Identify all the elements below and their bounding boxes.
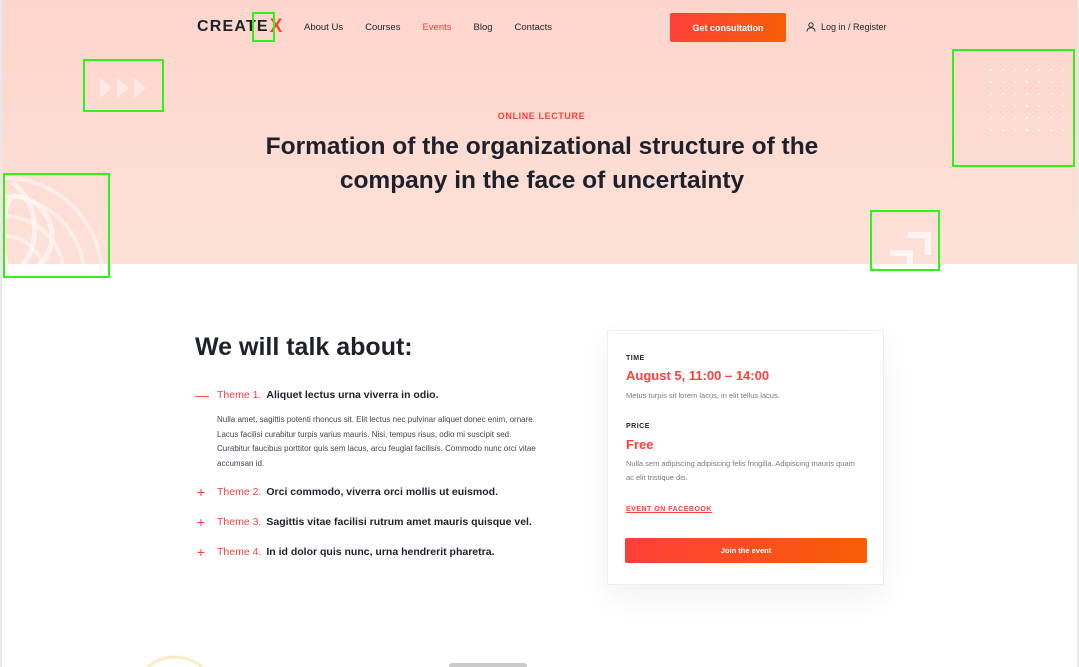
event-info-card: TIME August 5, 11:00 – 14:00 Metus turpi… xyxy=(607,330,884,585)
price-label: PRICE xyxy=(626,423,650,430)
theme-item-1[interactable]: — Theme 1. Aliquet lectus urna viverra i… xyxy=(195,388,439,402)
scroll-indicator[interactable] xyxy=(449,663,527,667)
page-title: Formation of the organizational structur… xyxy=(265,133,819,194)
price-value: Free xyxy=(626,437,654,452)
highlight-box-dots xyxy=(952,49,1075,167)
theme-item-4[interactable]: + Theme 4. In id dolor quis nunc, urna h… xyxy=(195,545,495,559)
highlight-box-triangles xyxy=(83,59,164,112)
theme-number: Theme 1. xyxy=(217,389,262,401)
theme-title: Sagittis vitae facilisi rutrum amet maur… xyxy=(266,516,532,528)
highlight-box-logo xyxy=(252,12,275,42)
theme-number: Theme 3. xyxy=(217,516,262,528)
theme-body: Nulla amet, sagittis potenti rhoncus sit… xyxy=(217,415,536,468)
minus-icon[interactable]: — xyxy=(195,388,209,402)
highlight-box-corner xyxy=(870,210,940,271)
theme-item-3[interactable]: + Theme 3. Sagittis vitae facilisi rutru… xyxy=(195,515,532,529)
user-icon xyxy=(806,22,816,32)
nav-courses[interactable]: Courses xyxy=(365,22,400,33)
price-description: Nulla sem adipiscing adipiscing felis fr… xyxy=(626,459,855,482)
bottom-arc-decoration xyxy=(145,655,205,667)
main-nav: About Us Courses Events Blog Contacts xyxy=(304,22,574,33)
get-consultation-button[interactable]: Get consultation xyxy=(670,13,786,42)
join-event-button[interactable]: Join the event xyxy=(625,538,867,563)
theme-number: Theme 4. xyxy=(217,546,262,558)
facebook-event-link[interactable]: EVENT ON FACEBOOK xyxy=(626,506,712,513)
nav-contacts[interactable]: Contacts xyxy=(515,22,553,33)
highlight-box-arcs xyxy=(3,173,110,278)
plus-icon[interactable]: + xyxy=(195,485,207,499)
time-value: August 5, 11:00 – 14:00 xyxy=(626,368,770,383)
login-label: Log in / Register xyxy=(821,22,887,32)
hero-eyebrow: ONLINE LECTURE xyxy=(497,111,586,121)
theme-title: Aliquet lectus urna viverra in odio. xyxy=(266,389,439,401)
nav-blog[interactable]: Blog xyxy=(474,22,493,33)
plus-icon[interactable]: + xyxy=(195,545,207,559)
theme-title: Orci commodo, viverra orci mollis ut eui… xyxy=(266,486,499,498)
nav-events[interactable]: Events xyxy=(422,22,451,33)
login-register-link[interactable]: Log in / Register xyxy=(806,22,887,32)
theme-title: In id dolor quis nunc, urna hendrerit ph… xyxy=(266,546,495,558)
plus-icon[interactable]: + xyxy=(195,515,207,529)
nav-about-us[interactable]: About Us xyxy=(304,22,343,33)
time-label: TIME xyxy=(626,355,645,362)
time-description: Metus turpis sit lorem lacus, in elit te… xyxy=(626,391,780,400)
theme-number: Theme 2. xyxy=(217,486,262,498)
section-heading: We will talk about: xyxy=(195,333,413,361)
theme-item-2[interactable]: + Theme 2. Orci commodo, viverra orci mo… xyxy=(195,485,499,499)
